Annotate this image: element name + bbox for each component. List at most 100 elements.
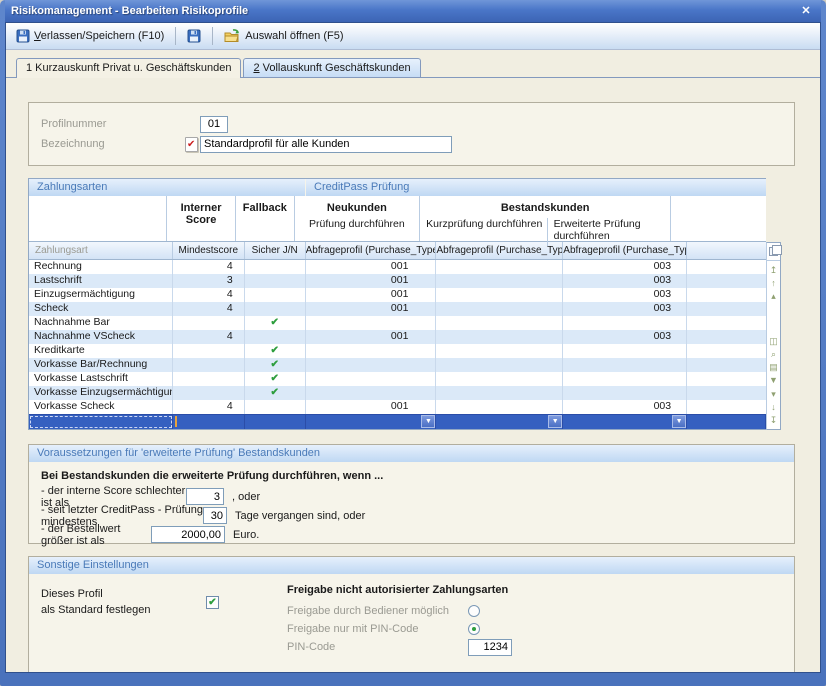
cell-fallback[interactable]: ✔ <box>245 386 306 400</box>
cell-fallback[interactable]: ✔ <box>245 288 306 302</box>
table-row[interactable]: Rechnung 4 ✔ 001 003 <box>29 260 766 274</box>
cell-fallback[interactable]: ✔ <box>245 358 306 372</box>
cell-abfrageprofil-erw[interactable] <box>563 386 687 400</box>
cell-mindestscore[interactable] <box>173 415 245 429</box>
condition-score-input[interactable] <box>186 488 224 505</box>
cell-abfrageprofil-erw[interactable]: ▼ <box>563 415 687 429</box>
table-row[interactable]: Vorkasse Scheck 4 ✔ 001 003 <box>29 400 766 414</box>
cell-abfrageprofil-neu[interactable] <box>306 358 437 372</box>
nav-icon[interactable]: ▤ <box>767 361 780 374</box>
table-row[interactable]: Nachnahme Bar ✔ <box>29 316 766 330</box>
cell-mindestscore[interactable] <box>173 344 245 358</box>
nav-icon[interactable]: ▾ <box>767 388 780 401</box>
cell-abfrageprofil-kurz[interactable] <box>436 274 563 288</box>
cell-fallback[interactable]: ✔ <box>245 400 306 414</box>
col-sicher-jn[interactable]: Sicher J/N <box>245 242 306 259</box>
cell-mindestscore[interactable] <box>173 372 245 386</box>
cell-abfrageprofil-erw[interactable] <box>563 358 687 372</box>
dropdown-button[interactable]: ▼ <box>672 415 686 428</box>
cell-zahlungsart[interactable]: Vorkasse Scheck <box>29 400 173 414</box>
cell-abfrageprofil-neu[interactable] <box>306 372 437 386</box>
profile-name-input[interactable] <box>200 136 452 153</box>
cell-abfrageprofil-erw[interactable]: 003 <box>563 288 687 302</box>
cell-abfrageprofil-neu[interactable] <box>306 344 437 358</box>
nav-icon[interactable]: ◫ <box>767 335 780 348</box>
cell-abfrageprofil-neu[interactable] <box>306 386 437 400</box>
cell-zahlungsart[interactable] <box>29 415 173 429</box>
cell-abfrageprofil-neu[interactable]: 001 <box>306 288 437 302</box>
col-abfrageprofil-kurz[interactable]: Abfrageprofil (Purchase_Type) <box>436 242 563 259</box>
cell-abfrageprofil-neu[interactable] <box>306 316 437 330</box>
release-pin-radio[interactable] <box>468 623 480 635</box>
cell-mindestscore[interactable] <box>173 358 245 372</box>
release-operator-radio[interactable] <box>468 605 480 617</box>
cell-zahlungsart[interactable]: Scheck <box>29 302 173 316</box>
nav-icon[interactable]: ↓ <box>767 401 780 414</box>
cell-abfrageprofil-kurz[interactable] <box>436 344 563 358</box>
cell-zahlungsart[interactable]: Einzugsermächtigung <box>29 288 173 302</box>
cell-abfrageprofil-erw[interactable]: 003 <box>563 302 687 316</box>
profile-number-input[interactable] <box>200 116 228 133</box>
cell-abfrageprofil-erw[interactable]: 003 <box>563 400 687 414</box>
cell-mindestscore[interactable]: 4 <box>173 330 245 344</box>
cell-zahlungsart[interactable]: Vorkasse Einzugsermächtigung <box>29 386 173 400</box>
cell-mindestscore[interactable]: 4 <box>173 400 245 414</box>
cell-mindestscore[interactable]: 3 <box>173 274 245 288</box>
cell-fallback[interactable]: ✔ <box>245 316 306 330</box>
cell-abfrageprofil-kurz[interactable] <box>436 288 563 302</box>
cell-abfrageprofil-kurz[interactable] <box>436 400 563 414</box>
cell-abfrageprofil-erw[interactable] <box>563 316 687 330</box>
condition-days-input[interactable] <box>203 507 227 524</box>
cell-abfrageprofil-erw[interactable] <box>563 372 687 386</box>
open-selection-button[interactable]: Auswahl öffnen (F5) <box>218 26 349 46</box>
cell-fallback[interactable] <box>245 415 306 429</box>
table-row[interactable]: Kreditkarte ✔ <box>29 344 766 358</box>
save-button[interactable] <box>181 26 207 46</box>
tab-vollauskunft[interactable]: 2 Vollauskunft Geschäftskunden <box>243 58 420 77</box>
table-new-row-selected[interactable]: ▼ ▼ ▼ <box>29 414 766 429</box>
cell-abfrageprofil-kurz[interactable] <box>436 330 563 344</box>
cell-zahlungsart[interactable]: Rechnung <box>29 260 173 274</box>
col-zahlungsart[interactable]: Zahlungsart <box>29 242 173 259</box>
cell-fallback[interactable]: ✔ <box>245 260 306 274</box>
pin-code-input[interactable] <box>468 639 512 656</box>
nav-icon[interactable]: ↧ <box>767 414 780 427</box>
cell-abfrageprofil-erw[interactable] <box>563 344 687 358</box>
cell-abfrageprofil-neu[interactable]: ▼ <box>306 415 437 429</box>
cell-abfrageprofil-erw[interactable]: 003 <box>563 274 687 288</box>
cell-abfrageprofil-kurz[interactable] <box>436 260 563 274</box>
nav-icon[interactable]: ↑ <box>767 277 780 290</box>
table-row[interactable]: Vorkasse Lastschrift ✔ <box>29 372 766 386</box>
cell-zahlungsart[interactable]: Nachnahme VScheck <box>29 330 173 344</box>
cell-abfrageprofil-erw[interactable]: 003 <box>563 260 687 274</box>
cell-abfrageprofil-kurz[interactable]: ▼ <box>436 415 563 429</box>
cell-mindestscore[interactable]: 4 <box>173 260 245 274</box>
cell-fallback[interactable]: ✔ <box>245 344 306 358</box>
nav-icon[interactable]: ⌕ <box>767 348 780 361</box>
cell-abfrageprofil-neu[interactable]: 001 <box>306 330 437 344</box>
table-row[interactable]: Lastschrift 3 ✔ 001 003 <box>29 274 766 288</box>
cell-mindestscore[interactable] <box>173 386 245 400</box>
col-mindestscore[interactable]: Mindestscore <box>173 242 245 259</box>
title-bar[interactable]: Risikomanagement - Bearbeiten Risikoprof… <box>5 0 821 22</box>
cell-zahlungsart[interactable]: Nachnahme Bar <box>29 316 173 330</box>
condition-value-input[interactable] <box>151 526 225 543</box>
cell-abfrageprofil-neu[interactable]: 001 <box>306 260 437 274</box>
cell-abfrageprofil-kurz[interactable] <box>436 358 563 372</box>
edit-note-icon[interactable] <box>185 137 198 152</box>
cell-abfrageprofil-kurz[interactable] <box>436 372 563 386</box>
nav-icon[interactable]: ↥ <box>767 264 780 277</box>
cell-zahlungsart[interactable]: Kreditkarte <box>29 344 173 358</box>
nav-icon[interactable]: ▴ <box>767 290 780 303</box>
nav-icon[interactable]: ▼ <box>767 374 780 387</box>
cell-abfrageprofil-neu[interactable]: 001 <box>306 302 437 316</box>
cell-zahlungsart[interactable]: Lastschrift <box>29 274 173 288</box>
cell-mindestscore[interactable]: 4 <box>173 302 245 316</box>
cell-mindestscore[interactable]: 4 <box>173 288 245 302</box>
col-abfrageprofil-neu[interactable]: Abfrageprofil (Purchase_Type) <box>306 242 437 259</box>
cell-abfrageprofil-kurz[interactable] <box>436 316 563 330</box>
save-exit-button[interactable]: Verlassen/Speichern (F10) <box>10 26 170 46</box>
cell-zahlungsart[interactable]: Vorkasse Bar/Rechnung <box>29 358 173 372</box>
cell-zahlungsart[interactable]: Vorkasse Lastschrift <box>29 372 173 386</box>
cell-mindestscore[interactable] <box>173 316 245 330</box>
